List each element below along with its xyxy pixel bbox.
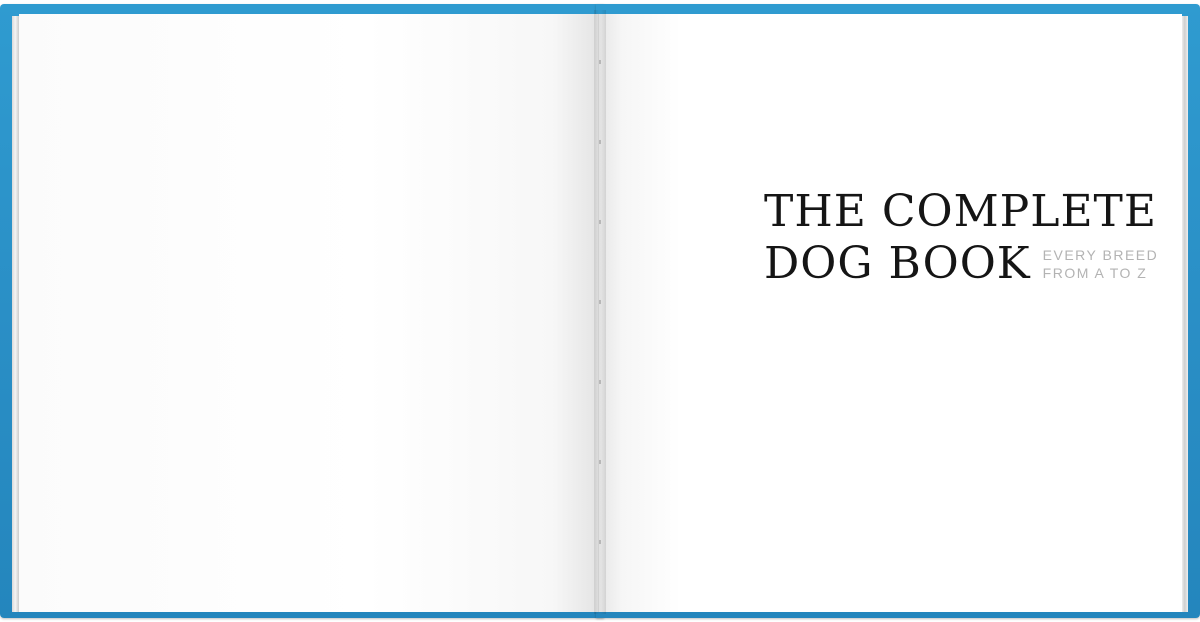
right-page <box>599 14 1182 612</box>
book-subtitle: EVERY BREED FROM A TO Z <box>1043 246 1159 282</box>
title-block: THE COMPLETE DOG BOOK EVERY BREED FROM A… <box>764 186 1174 290</box>
binding-stitch <box>599 300 601 304</box>
binding-stitch <box>599 220 601 224</box>
book-title-line-1: THE COMPLETE <box>764 186 1158 237</box>
subtitle-line-2: FROM A TO Z <box>1042 265 1148 281</box>
binding-stitch <box>599 140 601 144</box>
binding-stitch <box>599 60 601 64</box>
subtitle-line-1: EVERY BREED <box>1042 247 1159 263</box>
binding-stitch <box>599 380 601 384</box>
left-page <box>19 14 599 612</box>
binding-stitch <box>599 540 601 544</box>
book-title-line-2: DOG BOOK <box>764 238 1031 289</box>
binding-stitch <box>599 460 601 464</box>
book-spine-gutter <box>594 10 606 614</box>
book-title-line-2-row: DOG BOOK EVERY BREED FROM A TO Z <box>764 238 1174 290</box>
open-book: THE COMPLETE DOG BOOK EVERY BREED FROM A… <box>0 0 1200 622</box>
